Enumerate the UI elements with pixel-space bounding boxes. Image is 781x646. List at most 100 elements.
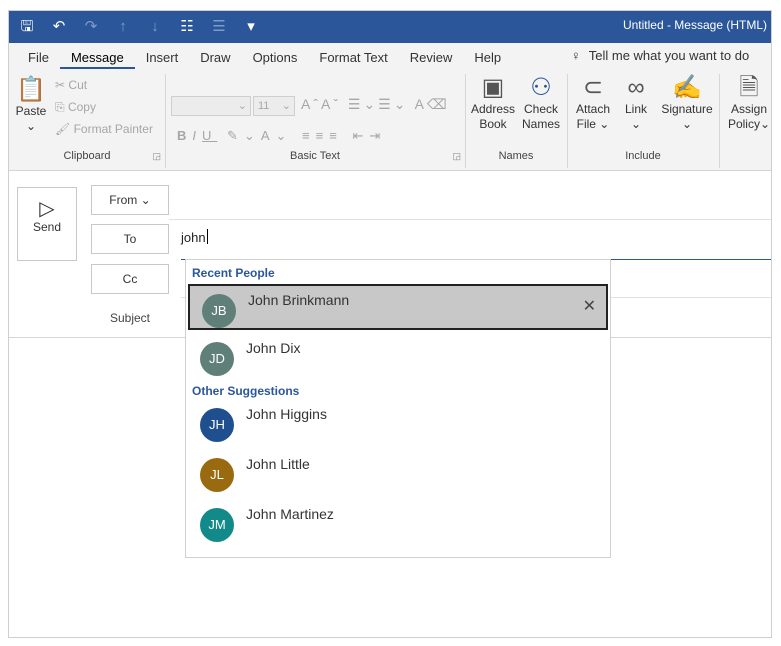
avatar: JM [200, 508, 234, 542]
dialog-launcher-icon[interactable]: ◲ [152, 151, 161, 162]
scissors-icon: ✂ [55, 78, 66, 92]
redo-icon[interactable]: ↷ [81, 17, 101, 37]
suggestion-name: John Little [246, 456, 310, 472]
suggestion-name: John Dix [246, 340, 301, 356]
align-center-icon[interactable]: ≡ [316, 128, 330, 143]
list-icon[interactable]: ☰ [209, 17, 229, 37]
to-button[interactable]: To [91, 224, 169, 254]
undo-icon[interactable]: ↶ [49, 17, 69, 37]
paintbrush-icon: 🖌 [55, 122, 71, 136]
tab-insert[interactable]: Insert [135, 49, 190, 69]
names-group: ▣ Address Book ⚇ Check Names Names [465, 74, 568, 168]
tab-help[interactable]: Help [463, 49, 512, 69]
suggestion-john-higgins[interactable]: JH John Higgins [188, 400, 608, 446]
tell-me-text: Tell me what you want to do [588, 48, 750, 63]
outlook-message-window: 🖫 ↶ ↷ ↑ ↓ ☷ ☰ ▾ Untitled - Message (HTML… [8, 10, 772, 638]
ribbon: 📋 Paste ⌄ ✂ Cut ⎘ Copy 🖌 Format Painter … [9, 70, 771, 171]
avatar: JL [200, 458, 234, 492]
save-icon[interactable]: 🖫 [17, 17, 37, 37]
link-button[interactable]: ∞ Link ⌄ [617, 74, 655, 132]
send-button[interactable]: ▷ Send [17, 187, 77, 261]
suggestion-john-dix[interactable]: JD John Dix [188, 334, 608, 380]
tell-me-box[interactable]: ♀ Tell me what you want to do [571, 48, 749, 63]
chevron-down-icon: ⌄ [140, 193, 151, 207]
highlight-icon[interactable]: ✎⌄ [227, 128, 261, 143]
copy-button[interactable]: ⎘ Copy [55, 100, 96, 115]
font-size-combo[interactable]: 11 ⌄ [253, 96, 295, 116]
recipient-suggestions: Recent People JB John Brinkmann ✕ JD Joh… [185, 259, 611, 558]
menu-bar: File Message Insert Draw Options Format … [9, 43, 771, 70]
paste-icon: 📋 [16, 76, 46, 103]
quick-access-toolbar: 🖫 ↶ ↷ ↑ ↓ ☷ ☰ ▾ [17, 17, 261, 37]
tab-message[interactable]: Message [59, 49, 135, 69]
recent-people-heading: Recent People [192, 266, 275, 280]
to-input[interactable]: john [181, 229, 208, 245]
suggestion-john-brinkmann[interactable]: JB John Brinkmann ✕ [188, 284, 608, 330]
tab-file[interactable]: File [17, 49, 60, 69]
format-row: BIU ✎⌄A⌄ ≡≡≡ ⇤⇥ [177, 128, 386, 144]
bold-icon[interactable]: B [177, 128, 192, 143]
decrease-indent-icon[interactable]: ⇤ [352, 128, 369, 143]
align-right-icon[interactable]: ≡ [329, 128, 343, 143]
avatar: JB [202, 294, 236, 328]
policy-icon: 🗎 [739, 74, 759, 101]
font-name-combo[interactable]: ⌄ [171, 96, 251, 116]
signature-button[interactable]: ✍ Signature ⌄ [657, 74, 717, 132]
underline-icon[interactable]: U [202, 128, 217, 143]
paperclip-icon: ⊂ [582, 74, 604, 101]
tab-options[interactable]: Options [242, 49, 309, 69]
up-arrow-icon[interactable]: ↑ [113, 17, 133, 37]
font-grow-shrink: AˆAˇ ☰⌄☰⌄ A⌫ [301, 96, 450, 113]
numbering-icon[interactable]: ☰⌄ [378, 96, 408, 112]
from-button[interactable]: From ⌄ [91, 185, 169, 215]
clear-formatting-icon[interactable]: A⌫ [415, 96, 450, 112]
window-title: Untitled - Message (HTML) [622, 18, 767, 32]
increase-indent-icon[interactable]: ⇥ [369, 128, 386, 143]
assign-policy-button[interactable]: 🗎 Assign Policy⌄ [725, 74, 771, 132]
grow-font-icon[interactable]: Aˆ [301, 96, 321, 112]
customize-icon[interactable]: ☷ [177, 17, 197, 37]
suggestion-name: John Brinkmann [248, 292, 350, 308]
shrink-font-icon[interactable]: Aˇ [321, 96, 341, 112]
check-names-button[interactable]: ⚇ Check Names [519, 74, 563, 132]
title-bar: 🖫 ↶ ↷ ↑ ↓ ☷ ☰ ▾ Untitled - Message (HTML… [9, 11, 771, 43]
suggestion-john-martinez[interactable]: JM John Martinez [188, 500, 608, 546]
suggestion-john-little[interactable]: JL John Little [188, 450, 608, 496]
format-painter-button[interactable]: 🖌 Format Painter [55, 122, 153, 136]
tab-draw[interactable]: Draw [189, 49, 241, 69]
font-color-icon[interactable]: A⌄ [261, 128, 293, 143]
signature-icon: ✍ [672, 74, 702, 101]
tab-review[interactable]: Review [399, 49, 464, 69]
down-arrow-icon[interactable]: ↓ [145, 17, 165, 37]
check-names-icon: ⚇ [530, 74, 552, 101]
include-group-label: Include [625, 150, 661, 162]
attach-file-button[interactable]: ⊂ Attach File ⌄ [573, 74, 613, 132]
tab-format-text[interactable]: Format Text [308, 49, 398, 69]
cc-button[interactable]: Cc [91, 264, 169, 294]
lightbulb-icon: ♀ [571, 48, 581, 63]
cut-button[interactable]: ✂ Cut [55, 78, 87, 92]
address-book-icon: ▣ [481, 74, 505, 101]
avatar: JH [200, 408, 234, 442]
copy-icon: ⎘ [55, 100, 65, 114]
text-caret [206, 229, 208, 244]
basic-text-group-label: Basic Text [290, 150, 340, 162]
clipboard-group-label: Clipboard [63, 150, 111, 162]
suggestion-name: John Higgins [246, 406, 327, 422]
address-book-button[interactable]: ▣ Address Book [471, 74, 515, 132]
basic-text-group: ⌄ 11 ⌄ AˆAˇ ☰⌄☰⌄ A⌫ BIU ✎⌄A⌄ ≡≡≡ ⇤⇥ Basic… [165, 74, 466, 168]
paste-button[interactable]: 📋 Paste ⌄ [13, 76, 49, 134]
from-field-underline [169, 219, 771, 220]
clipboard-group: 📋 Paste ⌄ ✂ Cut ⎘ Copy 🖌 Format Painter … [9, 74, 166, 168]
suggestion-name: John Martinez [246, 506, 334, 522]
send-icon: ▷ [39, 198, 55, 220]
names-group-label: Names [498, 150, 534, 162]
ribbon-tabs: File Message Insert Draw Options Format … [17, 49, 512, 69]
qat-dropdown-icon[interactable]: ▾ [241, 17, 261, 37]
bullets-icon[interactable]: ☰⌄ [348, 96, 378, 112]
close-icon[interactable]: ✕ [583, 296, 596, 316]
italic-icon[interactable]: I [192, 128, 202, 143]
align-left-icon[interactable]: ≡ [302, 128, 316, 143]
link-icon: ∞ [627, 74, 645, 101]
dialog-launcher-icon[interactable]: ◲ [452, 151, 461, 162]
